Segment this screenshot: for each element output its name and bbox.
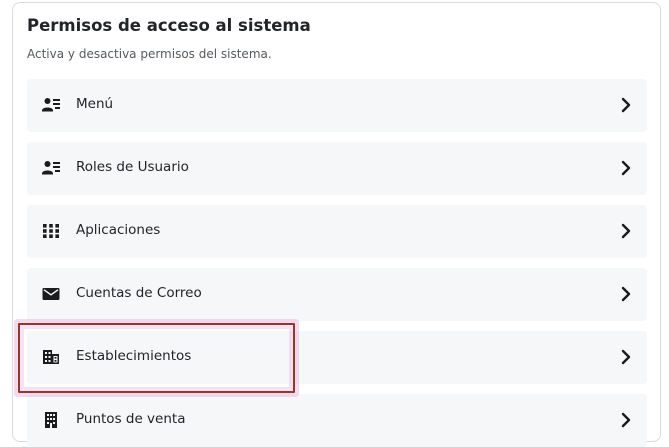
envelope-icon xyxy=(42,285,60,303)
permission-item-establecimientos[interactable]: Establecimientos xyxy=(27,331,647,384)
user-list-icon xyxy=(42,96,60,114)
permission-item-label: Puntos de venta xyxy=(76,411,186,427)
permission-item-aplicaciones[interactable]: Aplicaciones xyxy=(27,205,647,258)
chevron-right-icon xyxy=(621,412,631,428)
panel-title: Permisos de acceso al sistema xyxy=(27,16,311,35)
permissions-panel: Permisos de acceso al sistema Activa y d… xyxy=(12,2,661,447)
permission-item-cuentas-de-correo[interactable]: Cuentas de Correo xyxy=(27,268,647,321)
permission-item-label: Aplicaciones xyxy=(76,222,161,238)
apps-grid-icon xyxy=(42,222,60,240)
permission-item-puntos-de-venta[interactable]: Puntos de venta xyxy=(27,394,647,447)
user-list-icon xyxy=(42,159,60,177)
chevron-right-icon xyxy=(621,97,631,113)
store-building-icon xyxy=(42,411,60,429)
chevron-right-icon xyxy=(621,286,631,302)
permission-item-roles-de-usuario[interactable]: Roles de Usuario xyxy=(27,142,647,195)
panel-subtitle: Activa y desactiva permisos del sistema. xyxy=(27,47,272,61)
permission-item-label: Menú xyxy=(76,96,114,112)
permission-item-label: Cuentas de Correo xyxy=(76,285,202,301)
building-icon xyxy=(42,348,60,366)
permission-item-label: Establecimientos xyxy=(76,348,192,364)
permission-item-menu[interactable]: Menú xyxy=(27,79,647,132)
chevron-right-icon xyxy=(621,223,631,239)
permission-item-label: Roles de Usuario xyxy=(76,159,189,175)
chevron-right-icon xyxy=(621,160,631,176)
chevron-right-icon xyxy=(621,349,631,365)
